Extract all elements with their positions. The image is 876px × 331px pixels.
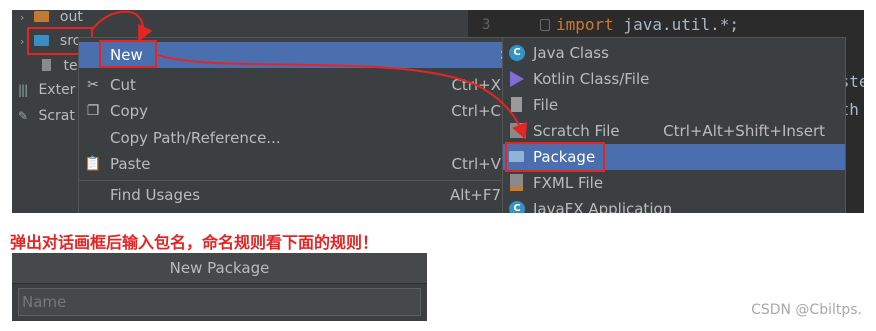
- java-class-icon: C: [509, 45, 525, 61]
- fxml-icon: [510, 174, 523, 191]
- menu-separator: [79, 180, 503, 181]
- folder-icon: [34, 11, 50, 22]
- menu-item-cut[interactable]: ✂ Cut Ctrl+X: [79, 72, 503, 98]
- scratch-file-icon: [510, 123, 526, 138]
- library-icon: |||: [18, 83, 28, 97]
- scissors-icon: ✂: [87, 77, 99, 93]
- tree-item-scratches[interactable]: ✎ Scrat: [18, 105, 75, 127]
- javafx-icon: C: [509, 201, 525, 213]
- menu-item-copy-path[interactable]: Copy Path/Reference...: [79, 125, 503, 151]
- submenu-item-java-class[interactable]: C Java Class: [503, 40, 845, 66]
- file-icon: [42, 59, 51, 71]
- instruction-caption: 弹出对话画框后输入包名，命名规则看下面的规则！: [10, 233, 379, 252]
- submenu-item-fxml-file[interactable]: FXML File: [503, 170, 845, 196]
- menu-item-paste[interactable]: 📋 Paste Ctrl+V: [79, 151, 503, 177]
- file-icon: [511, 97, 522, 112]
- context-menu: New › ✂ Cut Ctrl+X ❐ Copy Ctrl+C Copy Pa…: [78, 37, 507, 213]
- submenu-item-kotlin-class[interactable]: Kotlin Class/File: [503, 66, 845, 92]
- code-line-import: import java.util.*;: [556, 15, 740, 34]
- tree-item-te[interactable]: te: [42, 55, 78, 77]
- line-number: 3: [482, 17, 491, 33]
- ide-screenshot: › out › src te ||| Exter ✎ Scrat 3 impor…: [12, 10, 864, 213]
- clipboard-icon: 📋: [84, 156, 102, 172]
- tree-item-out[interactable]: › out: [20, 10, 83, 28]
- submenu-item-javafx-application[interactable]: C JavaFX Application: [503, 196, 845, 213]
- scratches-icon: ✎: [18, 109, 29, 123]
- watermark: CSDN @Cbiltps.: [751, 302, 862, 318]
- fold-marker-icon: [540, 19, 550, 31]
- menu-item-find-usages[interactable]: Find Usages Alt+F7: [79, 182, 503, 208]
- kotlin-icon: [510, 71, 524, 87]
- tree-item-external-libraries[interactable]: ||| Exter: [18, 79, 75, 101]
- dialog-title: New Package: [12, 253, 427, 284]
- annotation-box-new: [99, 40, 157, 68]
- submenu-item-scratch-file[interactable]: Scratch File Ctrl+Alt+Shift+Insert: [503, 118, 845, 144]
- package-name-input[interactable]: [18, 288, 421, 316]
- submenu-item-file[interactable]: File: [503, 92, 845, 118]
- annotation-box-package: [505, 142, 605, 172]
- copy-icon: ❐: [86, 103, 100, 119]
- menu-item-copy[interactable]: ❐ Copy Ctrl+C: [79, 98, 503, 124]
- new-submenu: C Java Class Kotlin Class/File File Scra…: [502, 37, 846, 213]
- new-package-dialog: New Package: [12, 253, 427, 321]
